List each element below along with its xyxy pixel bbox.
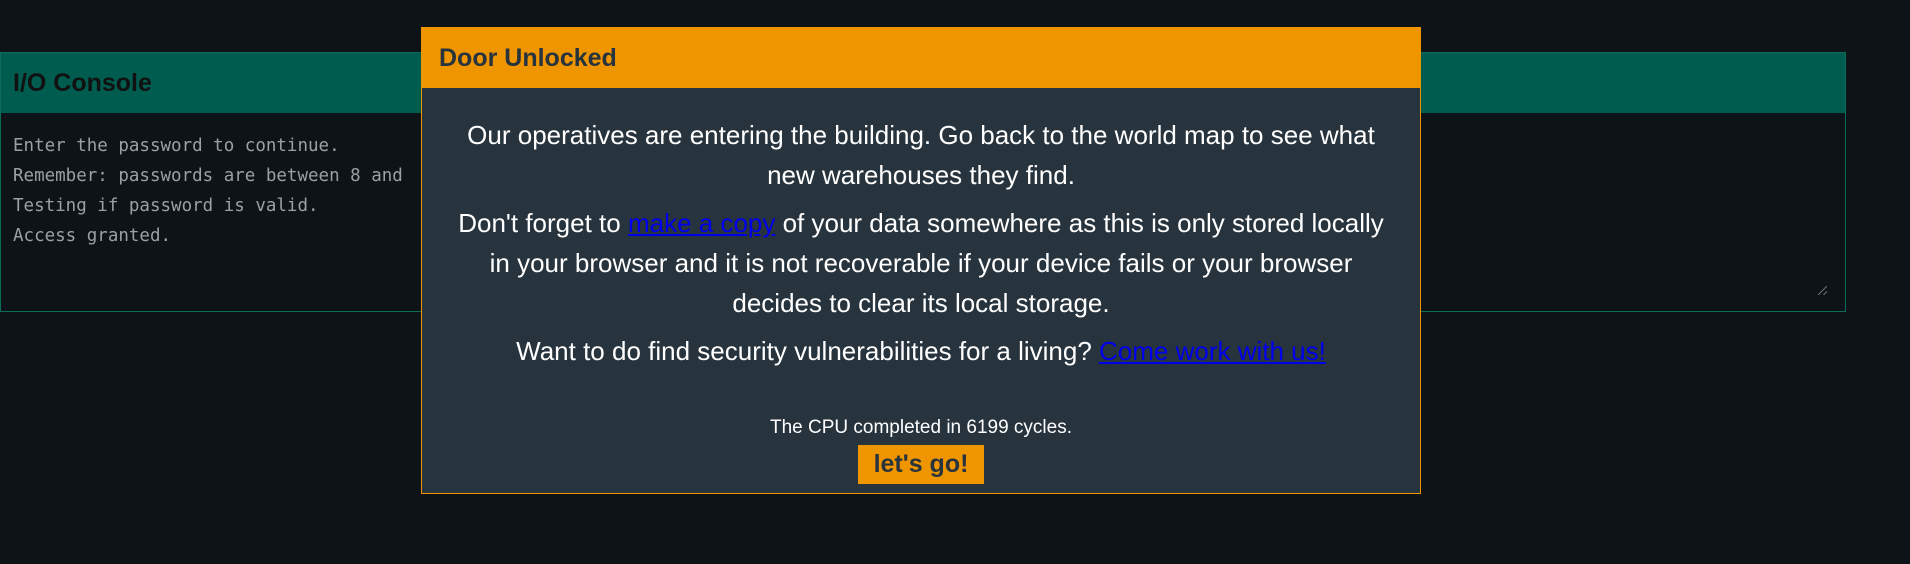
cpu-cycles-text: The CPU completed in 6199 cycles. [769,417,1073,438]
modal-header: Door Unlocked [422,28,1420,88]
backup-message-before: Don't forget to [458,208,628,238]
modal-title: Door Unlocked [439,43,617,72]
resize-grip-icon[interactable] [1818,286,1827,295]
make-a-copy-link[interactable]: make a copy [628,208,775,238]
console-title: I/O Console [13,68,152,97]
operatives-message: Our operatives are entering the building… [467,120,1375,190]
careers-message: Want to do find security vulnerabilities… [446,331,1396,371]
door-unlocked-modal: Door Unlocked Our operatives are enterin… [421,27,1421,494]
modal-body: Our operatives are entering the building… [422,88,1420,484]
come-work-with-us-link[interactable]: Come work with us! [1099,336,1326,366]
lets-go-button[interactable]: let's go! [857,445,985,484]
careers-message-before: Want to do find security vulnerabilities… [516,336,1100,366]
backup-message: Don't forget to make a copy of your data… [446,203,1396,323]
